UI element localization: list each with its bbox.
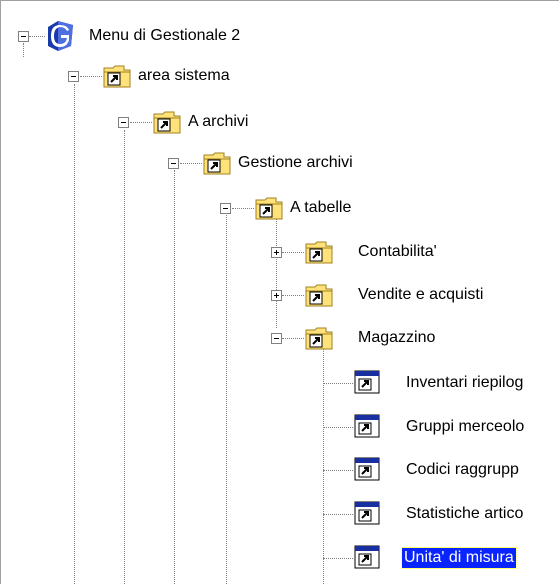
- tree-connector-line: [80, 76, 102, 77]
- collapse-toggle-a-tabelle[interactable]: [220, 203, 231, 214]
- tree-connector-line: [130, 122, 152, 123]
- menu-tree-view[interactable]: Menu di Gestionale 2 area sistema A arch…: [0, 0, 559, 584]
- tree-connector-line: [323, 558, 353, 559]
- tree-node-label[interactable]: Contabilita': [356, 242, 439, 262]
- tree-connector-line: [180, 163, 202, 164]
- tree-node-label[interactable]: area sistema: [136, 66, 232, 86]
- folder-shortcut-icon: [255, 197, 283, 220]
- program-window-shortcut-icon: [354, 370, 380, 394]
- tree-connector-line: [174, 170, 175, 584]
- expand-toggle-vendite-e-acquisti[interactable]: [271, 290, 282, 301]
- tree-connector-line: [323, 344, 324, 584]
- tree-border-left: [0, 0, 1, 584]
- folder-shortcut-icon: [305, 284, 333, 307]
- tree-connector-line: [323, 470, 353, 471]
- tree-node-label[interactable]: Codici raggrupp: [404, 460, 521, 480]
- tree-border-top: [0, 0, 559, 1]
- folder-shortcut-icon: [305, 241, 333, 264]
- tree-connector-line: [29, 36, 45, 37]
- tree-node-label[interactable]: Statistiche artico: [404, 504, 525, 524]
- tree-connector-line: [282, 338, 304, 339]
- tree-connector-line: [23, 43, 24, 57]
- tree-connector-line: [232, 208, 254, 209]
- folder-shortcut-icon: [305, 327, 333, 350]
- tree-node-label-root[interactable]: Menu di Gestionale 2: [87, 26, 242, 46]
- collapse-toggle-magazzino[interactable]: [271, 333, 282, 344]
- tree-connector-line: [74, 84, 75, 584]
- program-window-shortcut-icon: [354, 414, 380, 438]
- tree-connector-line: [276, 210, 277, 328]
- program-window-shortcut-icon: [354, 545, 380, 569]
- tree-connector-line: [124, 130, 125, 584]
- tree-connector-line: [323, 514, 353, 515]
- tree-connector-line: [282, 295, 304, 296]
- collapse-toggle-a-archivi[interactable]: [118, 117, 129, 128]
- tree-connector-line: [323, 427, 353, 428]
- folder-shortcut-icon: [103, 65, 131, 88]
- collapse-toggle-area-sistema[interactable]: [68, 71, 79, 82]
- tree-node-label[interactable]: Gruppi merceolo: [404, 417, 526, 437]
- tree-node-label[interactable]: Inventari riepilog: [404, 373, 525, 393]
- folder-shortcut-icon: [153, 111, 181, 134]
- tree-connector-line: [226, 215, 227, 584]
- tree-node-label[interactable]: Vendite e acquisti: [356, 285, 485, 305]
- tree-node-label[interactable]: Magazzino: [356, 328, 437, 348]
- program-window-shortcut-icon: [354, 501, 380, 525]
- collapse-toggle-gestione-archivi[interactable]: [168, 158, 179, 169]
- tree-connector-line: [282, 252, 304, 253]
- expand-toggle-contabilita[interactable]: [271, 247, 282, 258]
- app-logo-icon: [48, 21, 73, 51]
- tree-node-label-selected[interactable]: Unita' di misura: [401, 547, 517, 569]
- program-window-shortcut-icon: [354, 457, 380, 481]
- tree-connector-line: [323, 383, 353, 384]
- tree-node-label[interactable]: Gestione archivi: [236, 153, 355, 173]
- collapse-toggle-root[interactable]: [18, 31, 29, 42]
- folder-shortcut-icon: [203, 152, 231, 175]
- tree-node-label[interactable]: A archivi: [186, 112, 250, 132]
- tree-node-label[interactable]: A tabelle: [288, 198, 353, 218]
